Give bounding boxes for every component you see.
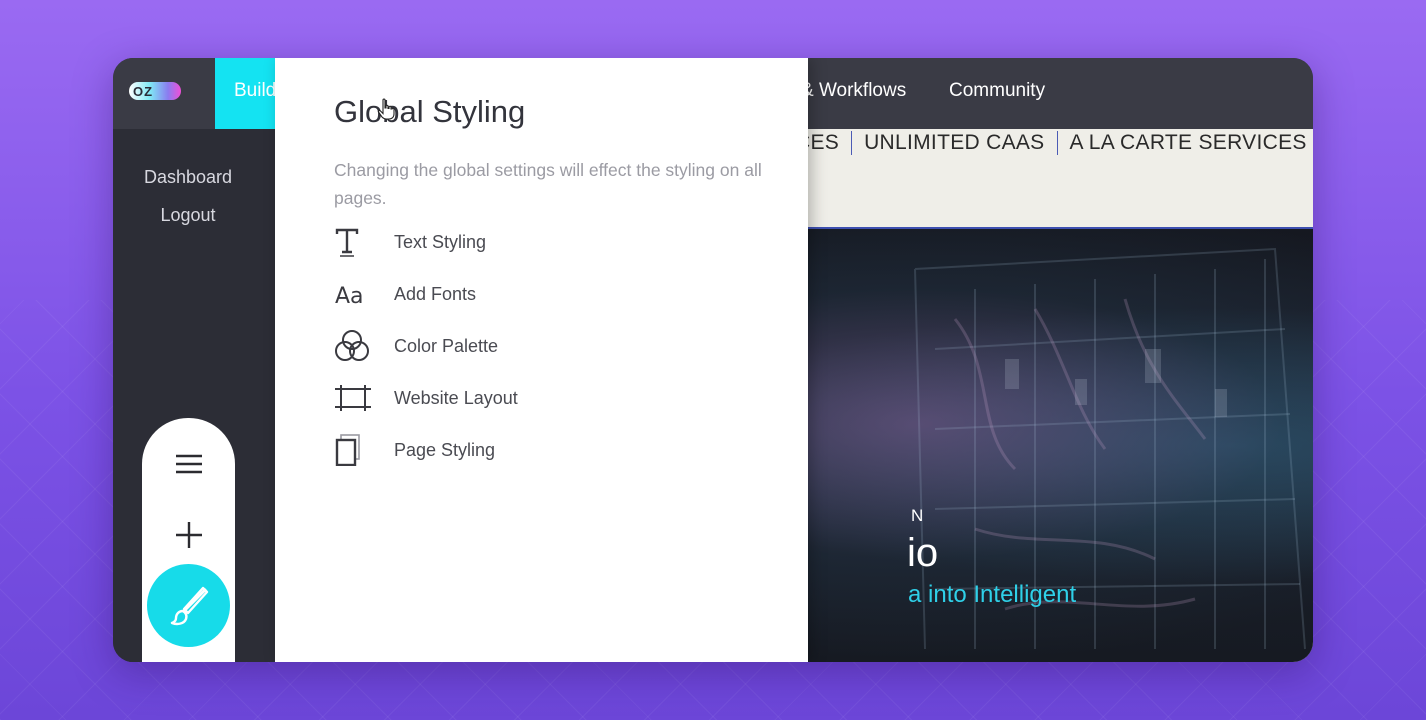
option-website-layout[interactable]: Website Layout: [334, 380, 518, 416]
nav-item-community[interactable]: Community: [949, 80, 1045, 102]
nav-tab-build[interactable]: Build: [215, 58, 275, 129]
editor-toolbar: [142, 418, 235, 662]
color-circles-icon: [335, 330, 369, 361]
site-submenu: CES UNLIMITED CAAS A LA CARTE SERVICES: [795, 129, 1313, 157]
option-label: Color Palette: [394, 335, 499, 356]
logo-text: OZ: [133, 83, 154, 99]
submenu-item-unlimited-caas[interactable]: UNLIMITED CAAS: [864, 131, 1044, 155]
option-label: Page Styling: [394, 439, 496, 460]
option-label: Text Styling: [394, 231, 487, 252]
submenu-divider: [1056, 131, 1058, 155]
hero-heading: io: [907, 531, 939, 575]
panel-title: Global Styling: [334, 94, 526, 129]
svg-text:Aa: Aa: [335, 284, 364, 307]
global-styling-panel: Global Styling Changing the global setti…: [275, 58, 808, 662]
font-aa-icon: Aa: [335, 284, 364, 307]
option-page-styling[interactable]: Page Styling: [334, 432, 495, 468]
plus-icon: [175, 522, 202, 548]
hero-tagline: a into Intelligent: [908, 581, 1077, 608]
hand-cursor-icon: [377, 98, 395, 120]
option-text-styling[interactable]: Text Styling: [334, 224, 486, 260]
oz-logo[interactable]: OZ: [129, 82, 181, 100]
app-window: OZ Build & Workflows Community Dashboard…: [113, 58, 1313, 662]
nav-item-workflows[interactable]: & Workflows: [801, 80, 906, 102]
option-label: Add Fonts: [394, 283, 477, 304]
submenu-divider: [851, 131, 853, 155]
panel-description: Changing the global settings will effect…: [334, 160, 762, 208]
page-icon: [335, 434, 360, 466]
paintbrush-icon: [170, 586, 208, 625]
text-t-icon: [335, 228, 359, 257]
hero-eyebrow: N: [911, 506, 926, 525]
sidebar-link-dashboard[interactable]: Dashboard: [113, 167, 263, 188]
layout-icon: [335, 385, 371, 411]
hamburger-menu-icon: [175, 454, 202, 474]
menu-tool-button[interactable]: [142, 452, 235, 476]
global-styling-button[interactable]: [147, 564, 230, 647]
option-color-palette[interactable]: Color Palette: [334, 328, 498, 364]
left-sidebar: Dashboard Logout: [113, 129, 275, 662]
submenu-item-a-la-carte-services[interactable]: A LA CARTE SERVICES: [1070, 131, 1307, 155]
option-add-fonts[interactable]: Aa Add Fonts: [334, 276, 476, 312]
add-element-button[interactable]: [142, 520, 235, 550]
option-label: Website Layout: [394, 387, 518, 408]
sidebar-link-logout[interactable]: Logout: [113, 205, 263, 226]
